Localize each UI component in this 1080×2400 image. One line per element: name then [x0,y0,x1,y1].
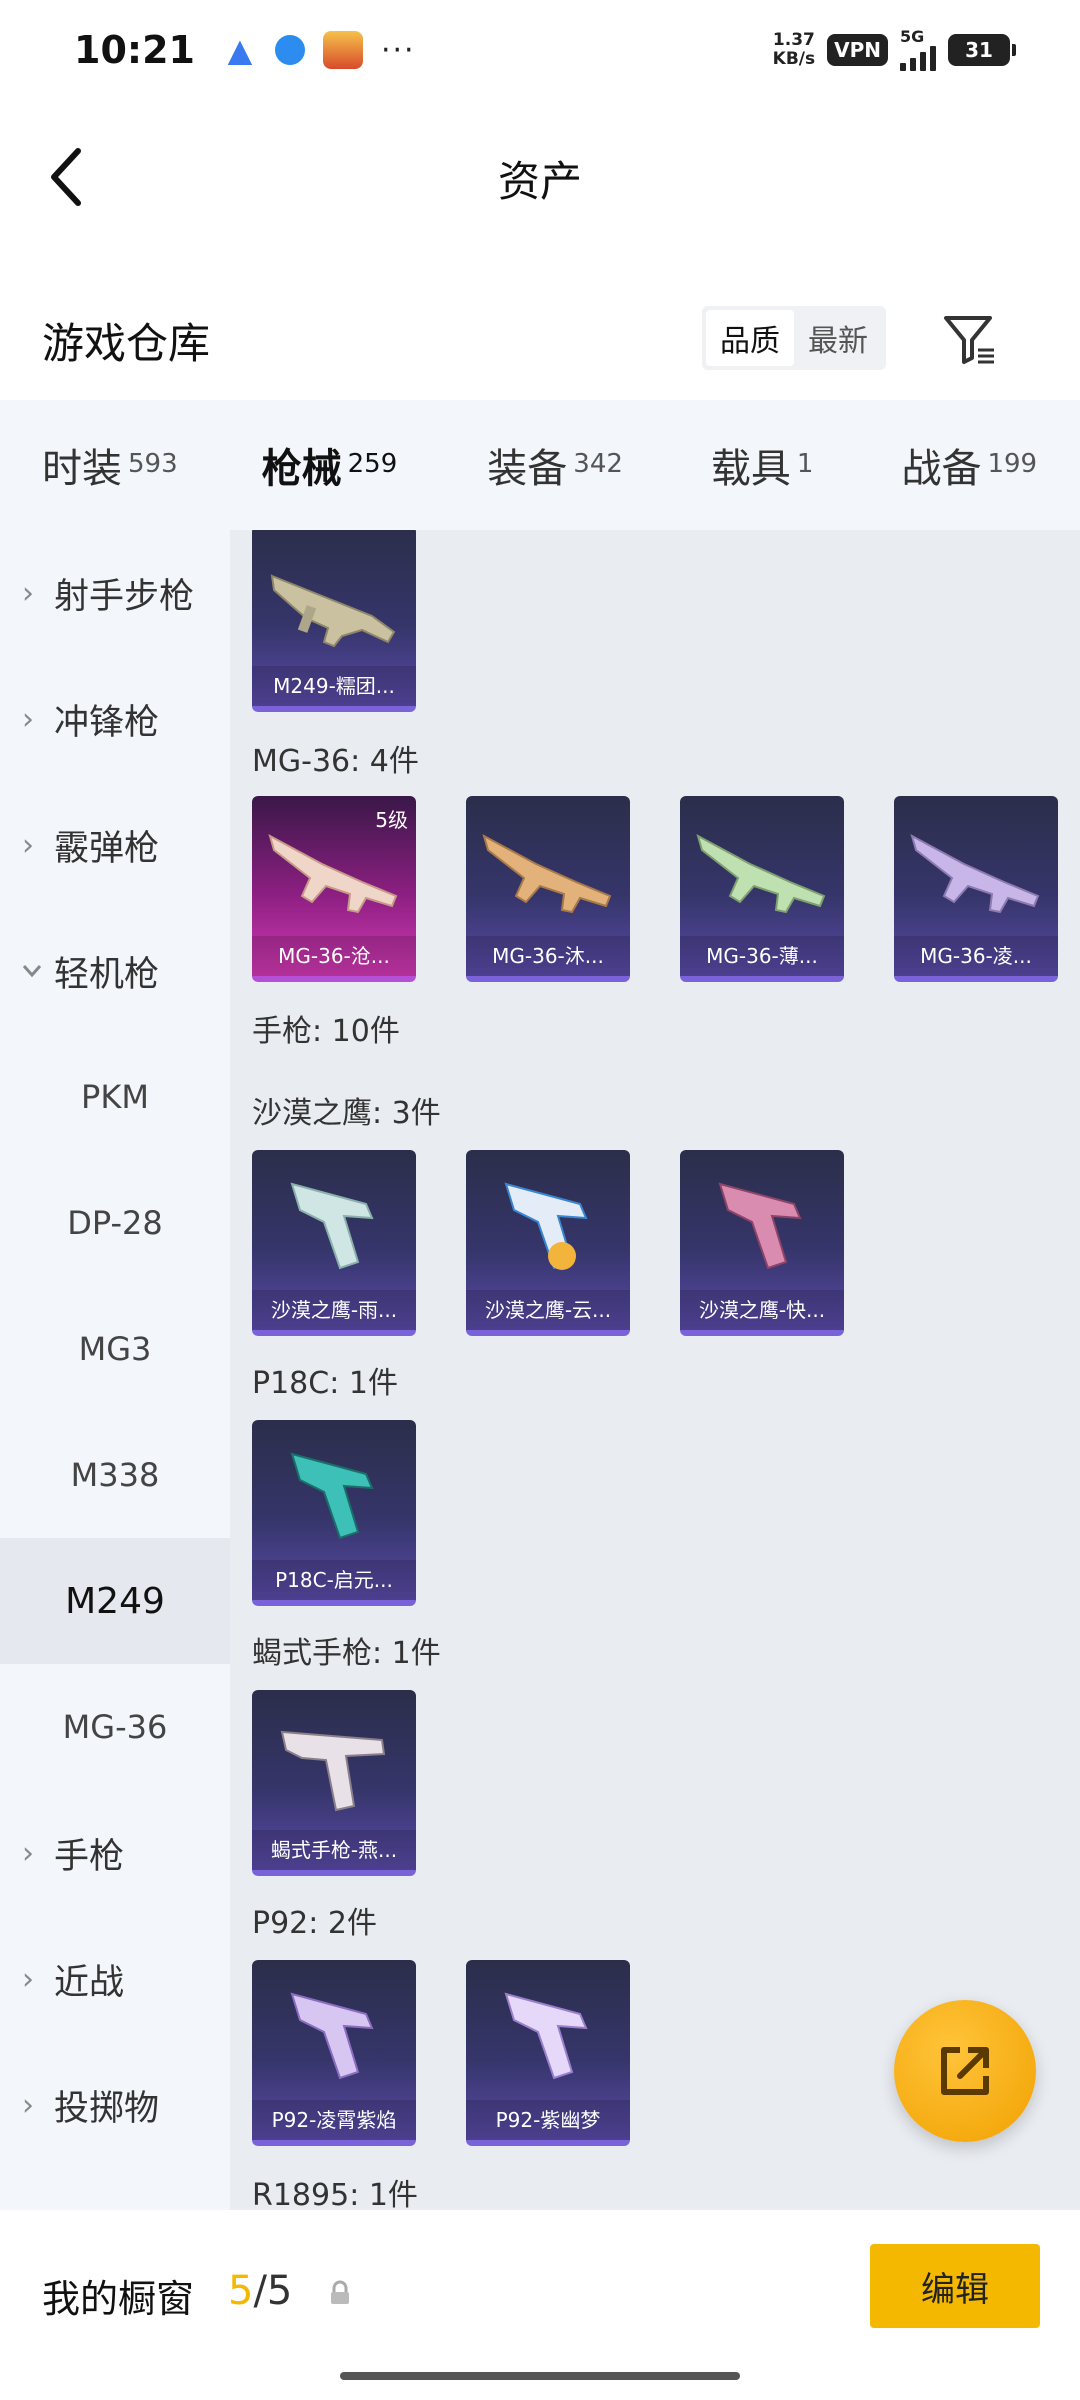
showcase-count: 5/5 [228,2268,293,2314]
weapon-card[interactable]: P92-紫幽梦 [466,1960,630,2146]
category-tabs: 时装 593 枪械 259 装备 342 载具 1 战备 199 [0,400,1080,540]
page-title: 资产 [497,157,582,206]
filter-button[interactable] [940,310,1000,370]
tab-vehicles[interactable]: 载具 1 [711,436,814,494]
rifle-icon [268,833,398,914]
chevron-right-icon: › [22,701,34,737]
battery-icon: 31 [948,34,1016,66]
sidebar-item-marksman-rifle[interactable]: › 射手步枪 [0,530,230,656]
more-notifications-icon: ··· [380,32,416,68]
sidebar-subitem-m249[interactable]: M249 [0,1538,230,1664]
sidebar-subitem-dp28[interactable]: DP-28 [0,1160,230,1286]
app-a-icon: ▲ [227,31,253,69]
pistol-icon [290,1452,374,1540]
group-title: 蝎式手枪: 1件 [252,1636,441,1671]
group-title: R1895: 1件 [252,2178,418,2210]
sort-toggle: 品质 最新 [702,306,886,370]
sidebar-item-throwable[interactable]: › 投掷物 [0,2042,230,2168]
chevron-right-icon: › [22,827,34,863]
sidebar-subitem-mg3[interactable]: MG3 [0,1286,230,1412]
weapon-card[interactable]: 沙漠之鹰-快... [680,1150,844,1336]
sidebar-item-pistol[interactable]: › 手枪 [0,1790,230,1916]
sidebar-item-shotgun[interactable]: › 霰弹枪 [0,782,230,908]
weapon-card[interactable]: P18C-启元... [252,1420,416,1606]
weapon-card[interactable]: MG-36-薄... [680,796,844,982]
group-title: 沙漠之鹰: 3件 [252,1096,441,1131]
group-title: P18C: 1件 [252,1366,398,1401]
page-header: 资产 [0,100,1080,250]
group-title: MG-36: 4件 [252,744,419,779]
edit-button[interactable]: 编辑 [870,2244,1040,2328]
game-app-icon [322,31,363,69]
sidebar-subitem-m338[interactable]: M338 [0,1412,230,1538]
weapon-card[interactable]: 5级 MG-36-沧... [252,796,416,982]
weapon-card[interactable]: 蝎式手枪-燕... [252,1690,416,1876]
pistol-icon [290,1182,374,1270]
notification-icons: ▲ ··· [223,31,416,69]
pistol-icon [504,1182,588,1270]
network-speed: 1.37 KB/s [772,30,816,69]
sidebar-subitem-mg36[interactable]: MG-36 [0,1664,230,1790]
weapon-grid: M249-糯团... MG-36: 4件 5级 MG-36-沧... MG-36… [230,530,1080,2210]
sort-newest-button[interactable]: 最新 [794,310,882,366]
signal-icon: 5G [900,29,936,71]
status-bar: 10:21 ▲ ··· 1.37 KB/s VPN 5G 31 [0,0,1080,100]
browser-icon [274,35,305,65]
tab-firearms[interactable]: 枪械 259 [262,436,397,540]
chevron-right-icon: › [22,2087,34,2123]
rifle-icon [696,833,826,914]
lmg-icon [270,574,396,648]
system-indicators: 1.37 KB/s VPN 5G 31 [772,29,1016,71]
tab-equipment[interactable]: 装备 342 [487,436,623,494]
sidebar-item-melee[interactable]: › 近战 [0,1916,230,2042]
showcase-bar: 我的橱窗 5/5 编辑 [0,2210,1080,2400]
pistol-icon [718,1182,802,1270]
smg-icon [280,1730,386,1812]
weapon-card[interactable]: P92-凌霄紫焰 [252,1960,416,2146]
filter-icon [944,316,994,364]
sidebar-item-lmg[interactable]: 轻机枪 [0,908,230,1034]
share-button[interactable] [894,2000,1036,2142]
tab-supplies[interactable]: 战备 199 [901,436,1037,494]
status-time: 10:21 [74,28,195,72]
vpn-badge: VPN [827,34,888,66]
pistol-icon [290,1992,374,2080]
showcase-label: 我的橱窗 [42,2277,195,2321]
weapon-card[interactable]: MG-36-凌... [894,796,1058,982]
warehouse-bar: 游戏仓库 品质 最新 [0,280,1080,400]
share-icon [941,2047,989,2095]
weapon-card[interactable]: M249-糯团... [252,530,416,712]
rifle-icon [910,833,1040,914]
sort-quality-button[interactable]: 品质 [706,310,794,366]
weapon-card[interactable]: MG-36-沐... [466,796,630,982]
group-title: 手枪: 10件 [252,1014,400,1049]
warehouse-title: 游戏仓库 [42,319,211,368]
sidebar-item-smg[interactable]: › 冲锋枪 [0,656,230,782]
chevron-right-icon: › [22,575,34,611]
weapon-type-sidebar: › 射手步枪 › 冲锋枪 › 霰弹枪 轻机枪 PKM DP-28 MG3 M338 M… [0,530,230,2210]
tab-fashion[interactable]: 时装 593 [42,436,178,494]
chevron-right-icon: › [22,1835,34,1871]
chevron-right-icon: › [22,1961,34,1997]
sidebar-subitem-pkm[interactable]: PKM [0,1034,230,1160]
pistol-icon [504,1992,588,2080]
weapon-card[interactable]: 沙漠之鹰-云... [466,1150,630,1336]
home-indicator[interactable] [340,2372,740,2380]
lock-icon [331,2280,349,2304]
rifle-icon [482,833,612,914]
weapon-card[interactable]: 沙漠之鹰-雨... [252,1150,416,1336]
chevron-down-icon [22,964,46,978]
group-title: P92: 2件 [252,1906,377,1941]
